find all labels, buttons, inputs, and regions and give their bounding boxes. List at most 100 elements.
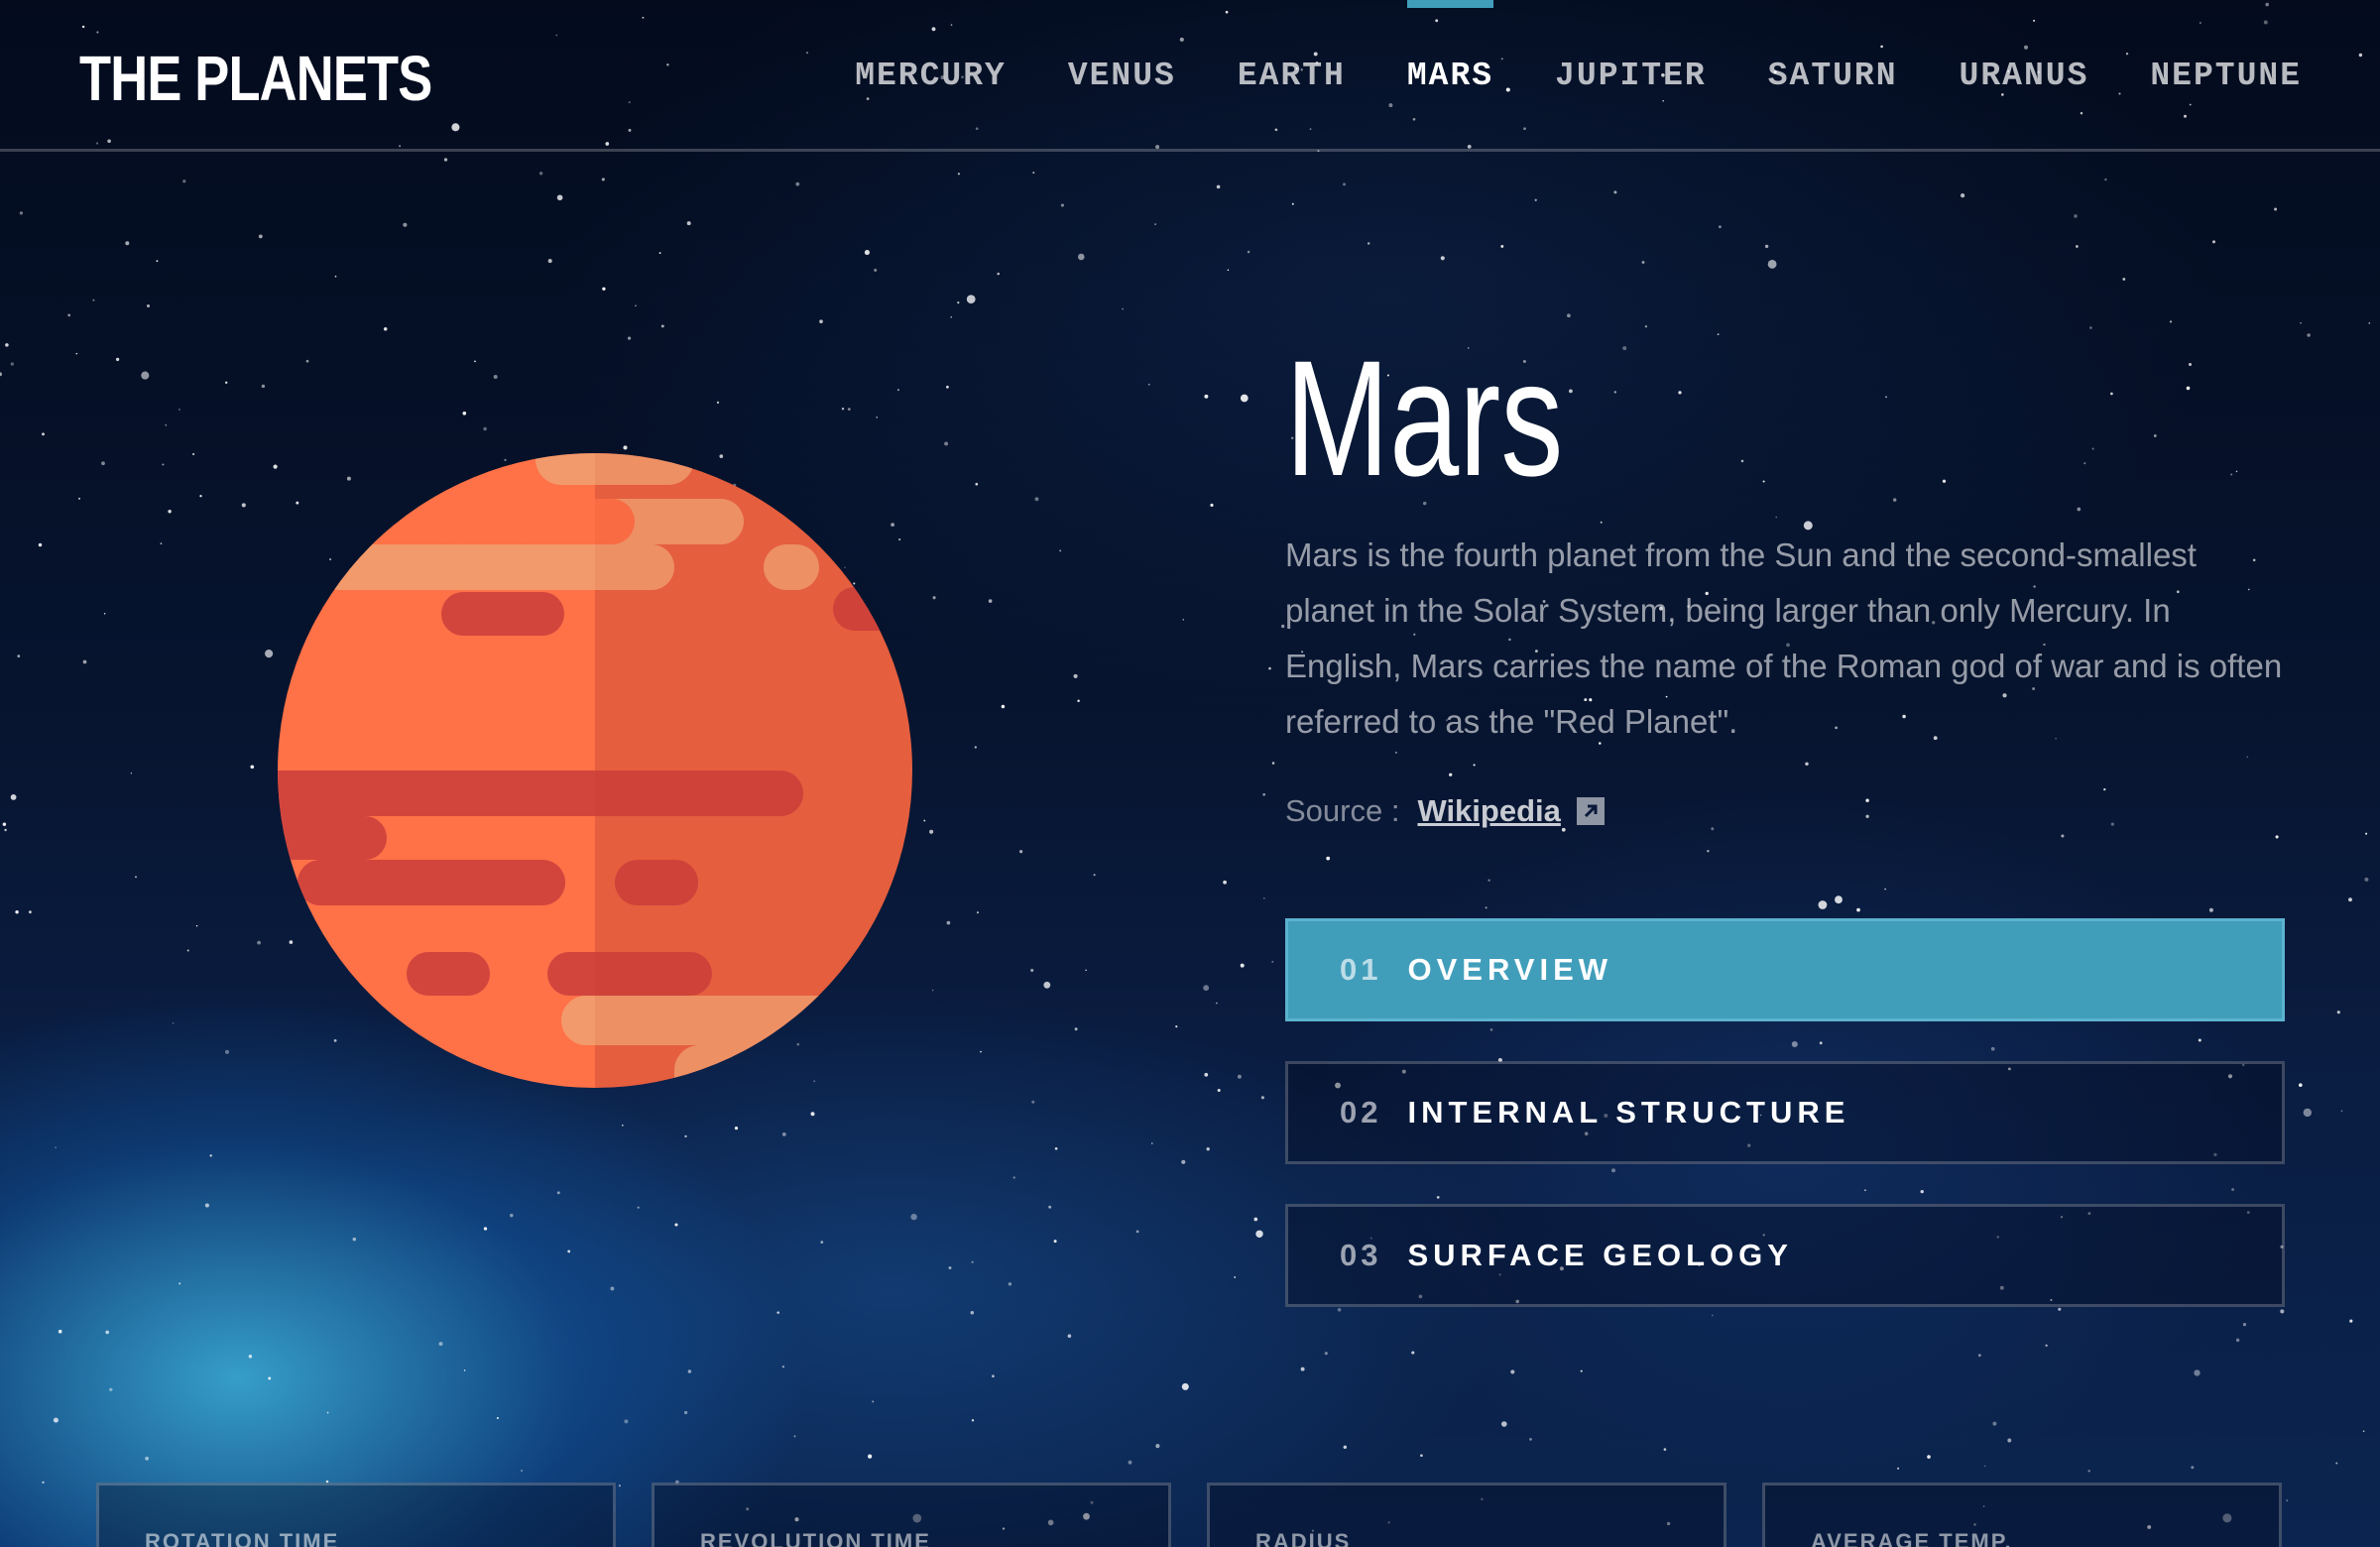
star (687, 1369, 692, 1373)
star (950, 316, 952, 318)
star (946, 920, 951, 925)
star (1473, 764, 1476, 767)
star (209, 1154, 212, 1157)
wikipedia-link[interactable]: Wikipedia (1417, 793, 1560, 829)
star (1580, 1369, 1583, 1372)
star (2274, 207, 2278, 211)
nav-item-earth[interactable]: EARTH (1238, 0, 1346, 94)
star (1240, 963, 1245, 968)
star (2007, 1438, 2012, 1443)
star (2307, 333, 2311, 337)
star (55, 1146, 57, 1148)
star (992, 1374, 995, 1377)
content-tabs: 01 OVERVIEW 02 INTERNAL STRUCTURE 03 SUR… (1285, 918, 2285, 1347)
star (1485, 906, 1488, 909)
star (1255, 1230, 1263, 1239)
star (874, 268, 878, 272)
star (130, 773, 133, 774)
star (1181, 1382, 1189, 1390)
star (2, 822, 7, 827)
star (38, 542, 43, 547)
star (2074, 214, 2078, 218)
star (1253, 1217, 1258, 1222)
star (1324, 1352, 1328, 1356)
external-link-icon[interactable] (1576, 797, 1605, 825)
tab-number: 02 (1340, 1095, 1382, 1130)
star (847, 408, 851, 411)
star (521, 1470, 524, 1472)
stat-card-revolution: REVOLUTION TIME (652, 1483, 1171, 1547)
star (224, 381, 228, 385)
star (2169, 320, 2173, 323)
star (1155, 1444, 1160, 1449)
star (145, 1456, 150, 1461)
nav-item-venus[interactable]: VENUS (1068, 0, 1176, 94)
tab-number: 03 (1340, 1238, 1382, 1272)
nav-item-mercury[interactable]: MERCURY (855, 0, 1007, 94)
star (191, 452, 195, 456)
star (1885, 396, 1887, 399)
nav-item-neptune[interactable]: NEPTUNE (2150, 0, 2302, 94)
planet-nav: MERCURY VENUS EARTH MARS JUPITER SATURN … (855, 0, 2302, 149)
star (2208, 907, 2213, 912)
star (1122, 307, 1124, 310)
star (971, 1260, 974, 1263)
star (10, 793, 17, 800)
stat-label: REVOLUTION TIME (700, 1529, 931, 1547)
site-logo[interactable]: THE PLANETS (79, 42, 432, 115)
star (864, 250, 870, 256)
star (1893, 498, 1897, 502)
tab-overview[interactable]: 01 OVERVIEW (1285, 918, 2285, 1021)
star (2246, 756, 2249, 759)
star (1154, 223, 1156, 225)
star (5, 343, 9, 347)
star (624, 1419, 629, 1424)
stat-label: AVERAGE TEMP. (1811, 1529, 2013, 1547)
nav-item-mars[interactable]: MARS (1406, 0, 1494, 94)
nav-item-saturn[interactable]: SATURN (1768, 0, 1898, 94)
star (658, 252, 661, 255)
star (1053, 1240, 1057, 1244)
star (1367, 242, 1370, 245)
star (28, 910, 32, 914)
star (1529, 1437, 1532, 1441)
star (1181, 1159, 1186, 1164)
star (2076, 245, 2079, 248)
tab-label: OVERVIEW (1407, 952, 1613, 987)
star (795, 181, 800, 186)
star (556, 1191, 560, 1195)
star (1818, 900, 1828, 909)
mars-planet-illustration (278, 453, 912, 1088)
star (1567, 313, 1571, 318)
star (975, 482, 979, 486)
star (1291, 202, 1294, 205)
star (2368, 322, 2371, 324)
star (1237, 1074, 1242, 1079)
stat-card-average-temp: AVERAGE TEMP. (1762, 1483, 2282, 1547)
star (0, 372, 2, 377)
star (2191, 1466, 2195, 1470)
star (1067, 1334, 1072, 1338)
star (326, 1411, 329, 1414)
star (1613, 391, 1616, 394)
star (841, 408, 845, 411)
star (2362, 1430, 2365, 1432)
star (250, 765, 255, 770)
star (1440, 256, 1445, 261)
star (623, 445, 628, 450)
star (2340, 1110, 2343, 1112)
tab-surface-geology[interactable]: 03 SURFACE GEOLOGY (1285, 1204, 2285, 1307)
nav-item-uranus[interactable]: URANUS (1960, 0, 2089, 94)
star (19, 211, 24, 215)
star (1767, 259, 1777, 269)
star (819, 319, 823, 324)
star (182, 179, 186, 183)
nav-item-jupiter[interactable]: JUPITER (1555, 0, 1707, 94)
star (2061, 834, 2065, 838)
star (101, 461, 105, 466)
star (241, 503, 246, 508)
tab-label: INTERNAL STRUCTURE (1407, 1095, 1850, 1130)
tab-internal-structure[interactable]: 02 INTERNAL STRUCTURE (1285, 1061, 2285, 1164)
star (1059, 549, 1062, 552)
star (932, 596, 936, 600)
